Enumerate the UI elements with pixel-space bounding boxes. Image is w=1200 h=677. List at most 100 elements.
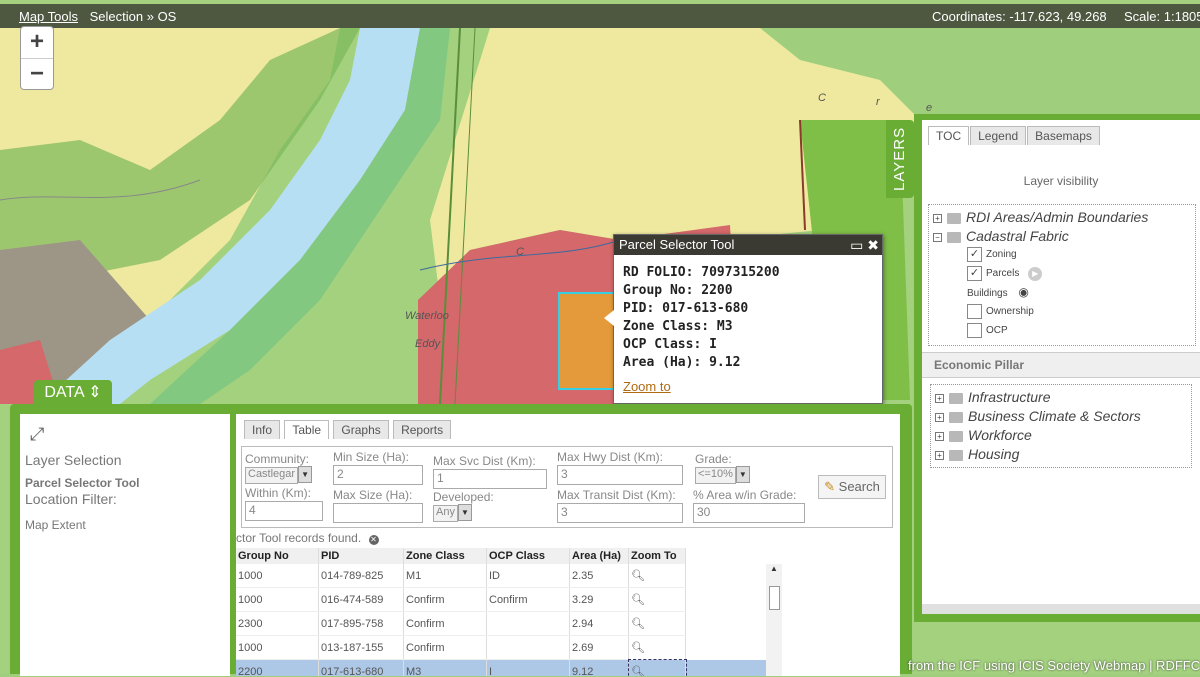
layer-selection-pane: ⤢ Layer Selection Parcel Selector Tool L… xyxy=(20,414,230,676)
zoom-magnifier-icon[interactable]: 🔍︎ xyxy=(631,618,645,630)
tab-reports[interactable]: Reports xyxy=(393,420,452,439)
expand-icon[interactable]: + xyxy=(933,213,942,223)
map-label: Eddy xyxy=(415,338,441,350)
map-tools-link[interactable]: Map Tools xyxy=(19,9,78,24)
layer-group-cadastral[interactable]: Cadastral Fabric xyxy=(966,228,1069,244)
results-pane: Info Table Graphs Reports Community: Cas… xyxy=(236,414,900,676)
map-label: C xyxy=(818,92,826,104)
zoom-magnifier-icon[interactable]: 🔍︎ xyxy=(631,594,645,606)
zoning-checkbox[interactable]: ✓ xyxy=(967,247,982,262)
expand-icon[interactable]: ⤢ xyxy=(30,424,44,445)
economic-pillar-header[interactable]: Economic Pillar xyxy=(922,352,1200,378)
pct-area-label: % Area w/in Grade: xyxy=(693,488,797,502)
expand-icon[interactable]: + xyxy=(935,412,944,422)
table-row[interactable]: 1000 013-187-155 Confirm 2.69 🔍︎ xyxy=(236,635,766,660)
coordinates-readout: Coordinates: -117.623, 49.268 xyxy=(932,9,1107,24)
chevron-down-icon[interactable]: ▼ xyxy=(735,466,750,483)
map-extent-option[interactable]: Map Extent xyxy=(25,518,86,532)
col-ocp-class[interactable]: OCP Class xyxy=(486,548,570,564)
layer-group-housing[interactable]: Housing xyxy=(968,446,1019,462)
layers-tab[interactable]: LAYERS ⇔ xyxy=(886,120,936,198)
col-pid[interactable]: PID xyxy=(318,548,404,564)
folder-icon xyxy=(949,392,963,404)
popup-title: Parcel Selector Tool xyxy=(619,237,735,252)
col-area[interactable]: Area (Ha) xyxy=(569,548,629,564)
eye-icon[interactable]: ◉ xyxy=(1018,285,1028,299)
horizontal-scrollbar[interactable] xyxy=(922,604,1200,614)
zoom-magnifier-icon[interactable]: 🔍︎ xyxy=(631,666,645,676)
max-transit-input[interactable]: 3 xyxy=(557,503,683,523)
zoom-magnifier-icon[interactable]: 🔍︎ xyxy=(631,570,645,582)
cell-group-no: 1000 xyxy=(236,587,319,612)
table-row[interactable]: 1000 016-474-589 Confirm Confirm 3.29 🔍︎ xyxy=(236,587,766,612)
economic-tree: + Infrastructure + Business Climate & Sect… xyxy=(930,384,1192,468)
ownership-checkbox[interactable] xyxy=(967,304,982,319)
cell-group-no: 1000 xyxy=(236,564,319,588)
tab-basemaps[interactable]: Basemaps xyxy=(1027,126,1100,145)
scroll-thumb[interactable] xyxy=(769,586,780,610)
tab-legend[interactable]: Legend xyxy=(970,126,1027,145)
expand-icon[interactable]: + xyxy=(935,393,944,403)
popup-line: PID: 017-613-680 xyxy=(623,301,749,316)
max-hwy-input[interactable]: 3 xyxy=(557,465,683,485)
expand-icon[interactable]: + xyxy=(935,450,944,460)
within-input[interactable]: 4 xyxy=(245,501,323,521)
search-button[interactable]: ✎ Search xyxy=(818,475,886,499)
expand-icon[interactable]: + xyxy=(935,431,944,441)
min-size-input[interactable]: 2 xyxy=(333,465,423,485)
data-panel: ⤢ Layer Selection Parcel Selector Tool L… xyxy=(10,404,912,676)
max-transit-label: Max Transit Dist (Km): xyxy=(557,488,676,502)
tab-table[interactable]: Table xyxy=(284,420,330,439)
folder-icon xyxy=(947,212,961,224)
cell-group-no: 2300 xyxy=(236,611,319,636)
top-bar: Map Tools Selection » OS Coordinates: -1… xyxy=(0,4,1200,28)
layer-group-rdi[interactable]: RDI Areas/Admin Boundaries xyxy=(966,209,1148,225)
tab-info[interactable]: Info xyxy=(244,420,281,439)
attribution-footer: from the ICF using ICIS Society Webmap |… xyxy=(908,658,1200,673)
ocp-checkbox[interactable] xyxy=(967,323,982,338)
zoom-to-link[interactable]: Zoom to xyxy=(623,378,873,396)
col-zoom-to[interactable]: Zoom To xyxy=(628,548,686,564)
zoom-in-button[interactable]: + xyxy=(21,27,53,58)
cell-ocp-class xyxy=(486,635,570,660)
maximize-icon[interactable]: ▭ xyxy=(850,237,863,253)
selected-tool[interactable]: Parcel Selector Tool xyxy=(25,476,140,490)
scroll-up-icon[interactable]: ▲ xyxy=(766,564,782,573)
cell-zone-class: Confirm xyxy=(403,611,487,636)
layer-group-business[interactable]: Business Climate & Sectors xyxy=(968,408,1141,424)
table-row[interactable]: 2300 017-895-758 Confirm 2.94 🔍︎ xyxy=(236,611,766,636)
table-row[interactable]: 1000 014-789-825 M1 ID 2.35 🔍︎ xyxy=(236,564,766,588)
cell-ocp-class: ID xyxy=(486,564,570,588)
zoom-control: + − xyxy=(20,26,54,90)
grade-select[interactable]: <=10% xyxy=(695,467,736,484)
vertical-scrollbar[interactable]: ▲ xyxy=(766,564,782,676)
scale-readout: Scale: 1:18050 xyxy=(1124,9,1200,24)
tab-graphs[interactable]: Graphs xyxy=(333,420,389,439)
max-svc-input[interactable]: 1 xyxy=(433,469,547,489)
close-icon[interactable]: ✖ xyxy=(867,237,879,253)
chevron-down-icon[interactable]: ▼ xyxy=(298,466,313,483)
play-icon[interactable]: ▶ xyxy=(1028,267,1043,282)
collapse-icon[interactable]: − xyxy=(933,232,942,242)
zoom-magnifier-icon[interactable]: 🔍︎ xyxy=(631,642,645,654)
zoom-out-button[interactable]: − xyxy=(21,58,53,90)
max-size-input[interactable] xyxy=(333,503,423,523)
folder-icon xyxy=(949,430,963,442)
tab-toc[interactable]: TOC xyxy=(928,126,970,145)
clear-icon[interactable]: ✕ xyxy=(368,535,379,545)
layer-group-infrastructure[interactable]: Infrastructure xyxy=(968,389,1050,405)
chevron-down-icon[interactable]: ▼ xyxy=(457,504,472,521)
pct-area-input[interactable]: 30 xyxy=(693,503,805,523)
parcels-checkbox[interactable]: ✓ xyxy=(967,266,982,281)
developed-select[interactable]: Any xyxy=(433,505,458,522)
community-select[interactable]: Castlegar xyxy=(245,467,299,484)
max-svc-label: Max Svc Dist (Km): xyxy=(433,454,536,468)
popup-line: Group No: 2200 xyxy=(623,283,733,298)
col-zone-class[interactable]: Zone Class xyxy=(403,548,487,564)
cell-pid: 016-474-589 xyxy=(318,587,404,612)
map-label: e xyxy=(926,102,933,114)
developed-label: Developed: xyxy=(433,490,494,504)
col-group-no[interactable]: Group No xyxy=(236,548,319,564)
layer-group-workforce[interactable]: Workforce xyxy=(968,427,1032,443)
data-tab[interactable]: DATA ⇕ xyxy=(34,380,112,406)
